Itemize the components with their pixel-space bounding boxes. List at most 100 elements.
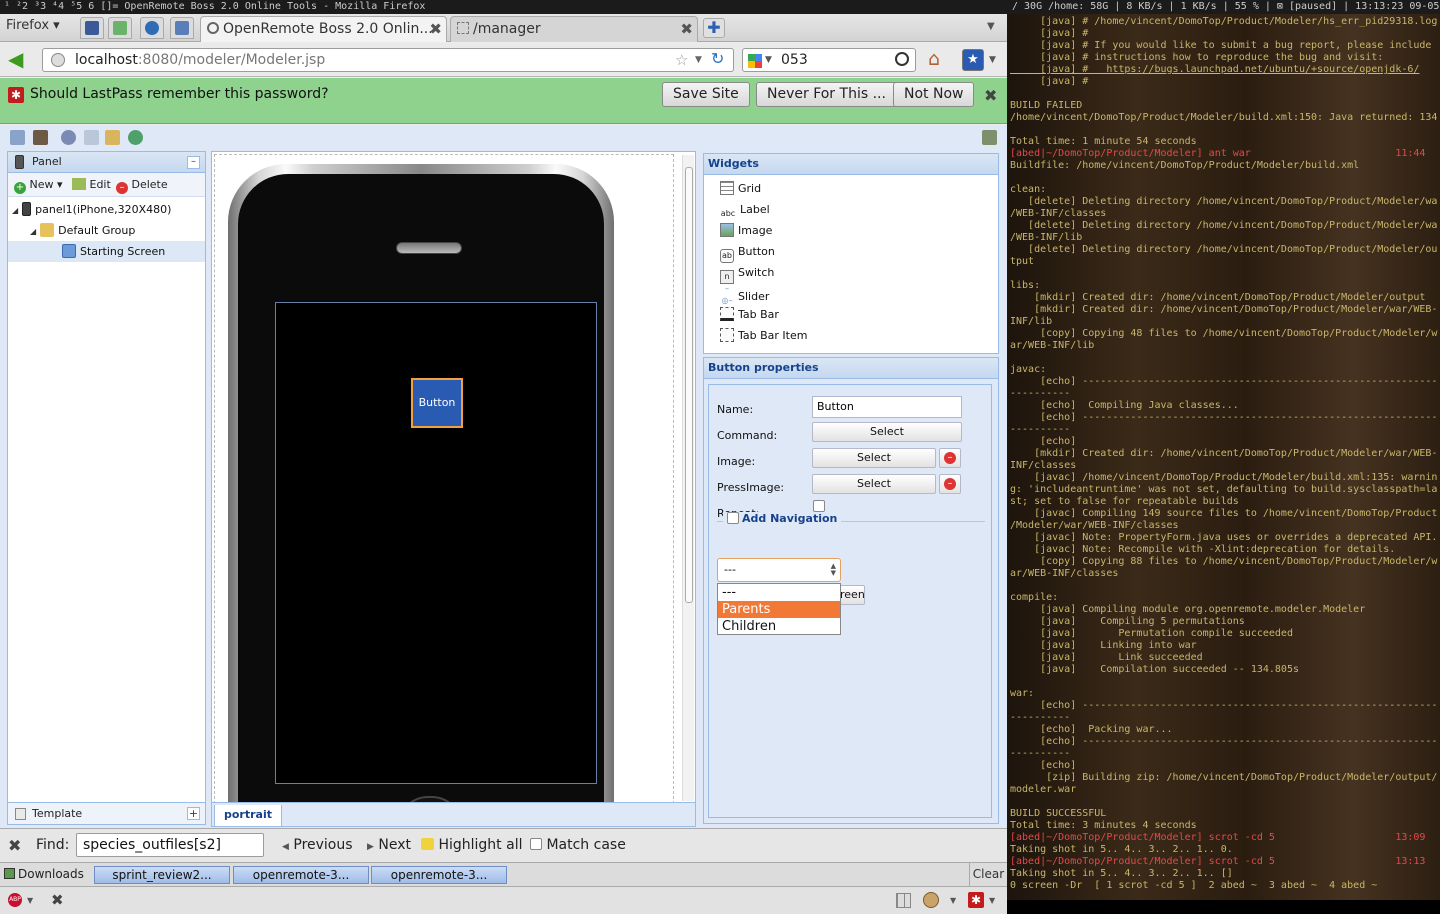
tab-close-icon[interactable]: ✖ <box>429 20 442 38</box>
find-next-button[interactable]: ▶ Next <box>367 837 411 853</box>
find-previous-button[interactable]: ◀ Previous <box>282 837 353 853</box>
clear-downloads-button[interactable]: Clear <box>969 863 1007 887</box>
widget-switch[interactable]: n Switch <box>720 262 774 284</box>
site-identity-icon[interactable] <box>51 53 65 67</box>
tree-item-default-group[interactable]: ◢ Default Group <box>8 220 205 241</box>
widget-tab-bar[interactable]: Tab Bar <box>720 304 779 325</box>
firefox-menu-button[interactable]: Firefox ▾ <box>6 18 60 38</box>
navigation-select[interactable]: --- ▲ ▼ <box>717 558 841 582</box>
globe-icon[interactable] <box>128 130 143 145</box>
download-item[interactable]: sprint_review2... <box>94 866 230 884</box>
tab-list-chevron-down-icon[interactable]: ▼ <box>987 21 995 32</box>
terminal-window[interactable]: [java] # /home/vincent/DomoTop/Product/M… <box>1007 14 1440 900</box>
template-bar[interactable]: Template + <box>8 802 205 824</box>
home-icon[interactable] <box>10 130 25 145</box>
widget-label[interactable]: abc Label <box>720 199 770 220</box>
image-remove-button[interactable]: – <box>939 448 961 468</box>
expand-icon[interactable]: ◢ <box>30 227 36 236</box>
close-find-icon[interactable]: ✖ <box>8 836 21 855</box>
never-for-this-button[interactable]: Never For This ... <box>756 82 897 107</box>
home-icon[interactable]: ⌂ <box>928 49 940 69</box>
engine-dropdown-icon[interactable]: ▼ <box>765 49 772 71</box>
search-icon[interactable] <box>895 52 909 66</box>
user-icon[interactable] <box>61 130 76 145</box>
facebook-app-tab[interactable] <box>80 17 104 39</box>
bookmarks-menu-icon[interactable]: ★ <box>962 49 984 71</box>
lastpass-icon[interactable]: ✱ <box>968 892 984 908</box>
command-select-button[interactable]: Select <box>812 422 962 442</box>
not-now-button[interactable]: Not Now <box>893 82 975 107</box>
url-bar[interactable]: localhost:8080/modeler/Modeler.jsp ☆ ▼ ↻ <box>42 48 734 72</box>
iphone-screen[interactable]: Button <box>275 302 597 784</box>
downloads-button[interactable]: Downloads <box>4 867 84 881</box>
modeler-toolbar <box>0 125 1007 149</box>
screen-select-button[interactable]: reen <box>837 585 865 605</box>
terminal-line: tput <box>1010 256 1035 267</box>
navigation-dropdown-list: --- Parents Children <box>717 583 841 635</box>
tab-portrait[interactable]: portrait <box>214 805 282 827</box>
sync-app-tab[interactable] <box>108 17 132 39</box>
collapse-icon[interactable]: – <box>187 156 200 169</box>
delete-button[interactable]: – Delete <box>116 178 168 194</box>
canvas-button-widget[interactable]: Button <box>411 378 463 428</box>
greasemonkey-icon[interactable] <box>923 892 939 908</box>
history-dropdown-icon[interactable]: ▼ <box>695 49 702 71</box>
save-icon[interactable] <box>84 130 99 145</box>
new-tab-button[interactable]: ✚ <box>703 18 725 38</box>
save-site-button[interactable]: Save Site <box>662 82 750 107</box>
folder-icon[interactable] <box>105 130 120 145</box>
adblock-icon[interactable]: ABP <box>8 893 22 907</box>
terminal-line: INF/classes <box>1010 460 1077 471</box>
film-icon[interactable] <box>33 130 48 145</box>
adblock-chevron-down-icon[interactable]: ▼ <box>27 896 33 905</box>
search-input[interactable]: ▼ 053 <box>742 48 916 72</box>
option-children[interactable]: Children <box>718 618 840 635</box>
lastpass-chevron-down-icon[interactable]: ▼ <box>989 896 995 905</box>
tree-item-starting-screen[interactable]: Starting Screen <box>8 241 205 262</box>
expand-icon[interactable]: ◢ <box>12 206 18 215</box>
widget-tab-bar-item[interactable]: Tab Bar Item <box>720 325 807 346</box>
download-item[interactable]: openremote-3... <box>233 866 369 884</box>
google-engine-icon[interactable] <box>748 54 762 68</box>
panel-tree: Panel – + New ▾ Edit – Delete ◢ panel1(iP… <box>7 151 206 825</box>
grid-view-icon[interactable] <box>896 893 911 908</box>
widget-grid[interactable]: Grid <box>720 178 761 199</box>
bookmarks-chevron-down-icon[interactable]: ▼ <box>989 55 996 65</box>
back-arrow-icon[interactable]: ◀ <box>8 49 32 71</box>
document-app-tab[interactable] <box>170 17 194 39</box>
edit-button[interactable]: Edit <box>72 178 111 191</box>
match-case-toggle[interactable]: Match case <box>530 837 626 853</box>
tree-item-panel1[interactable]: ◢ panel1(iPhone,320X480) <box>8 199 205 220</box>
widget-image[interactable]: Image <box>720 220 772 241</box>
greasemonkey-chevron-down-icon[interactable]: ▼ <box>950 896 956 905</box>
scrollbar-thumb[interactable] <box>685 167 693 603</box>
expand-template-icon[interactable]: + <box>187 807 200 820</box>
widget-slider[interactable]: –◎– Slider <box>720 283 770 305</box>
reload-icon[interactable]: ↻ <box>711 48 724 70</box>
bookmark-star-icon[interactable]: ☆ <box>675 49 688 71</box>
terminal-line: BUILD FAILED <box>1010 100 1083 111</box>
new-button[interactable]: + New ▾ <box>14 178 63 194</box>
name-field[interactable]: Button <box>812 396 962 418</box>
image-select-button[interactable]: Select <box>812 448 936 468</box>
tab-manager[interactable]: /manager ✖ <box>450 16 698 42</box>
option-parents[interactable]: Parents <box>718 601 840 618</box>
pressimage-remove-button[interactable]: – <box>939 474 961 494</box>
repeat-checkbox[interactable] <box>813 500 825 512</box>
canvas-scrollbar[interactable] <box>682 155 694 801</box>
add-navigation-checkbox[interactable] <box>727 512 739 524</box>
match-case-checkbox[interactable] <box>530 838 542 850</box>
grid-icon <box>720 181 734 195</box>
download-item[interactable]: openremote-3... <box>371 866 507 884</box>
close-addon-bar-icon[interactable]: ✖ <box>51 891 64 909</box>
highlight-all-button[interactable]: Highlight all <box>421 837 522 853</box>
close-notification-icon[interactable]: ✖ <box>984 86 997 105</box>
logout-icon[interactable] <box>982 130 997 145</box>
option-none[interactable]: --- <box>718 584 840 601</box>
tab-close-icon[interactable]: ✖ <box>680 20 693 38</box>
widget-button[interactable]: ab Button <box>720 241 775 263</box>
thunderbird-app-tab[interactable] <box>140 17 164 39</box>
find-input[interactable]: species_outfiles[s2] <box>76 833 264 857</box>
pressimage-select-button[interactable]: Select <box>812 474 936 494</box>
tab-openremote[interactable]: OpenRemote Boss 2.0 Onlin... ✖ <box>200 16 447 42</box>
